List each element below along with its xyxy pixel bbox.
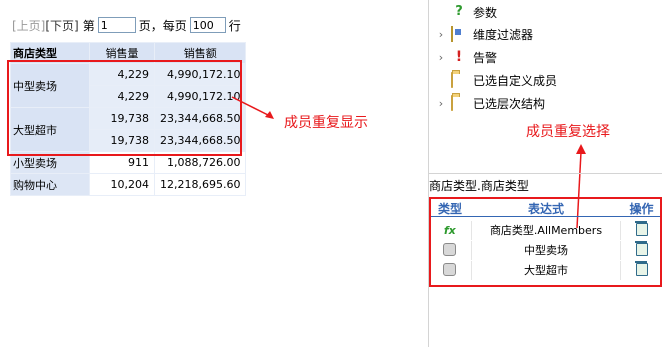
tree-item-alert[interactable]: › ! 告警 <box>429 47 497 67</box>
annotation-duplicate-display: 成员重复显示 <box>284 115 368 131</box>
side-panel: ? 参数 › 维度过滤器 › ! 告警 已选自定义成员 › 已选层次结构 成员重… <box>429 0 662 347</box>
row-header[interactable]: 购物中心 <box>10 173 90 196</box>
tree-item-label: 已选层次结构 <box>473 96 546 111</box>
duplicate-rows-highlight <box>7 60 242 156</box>
tree-item-label: 告警 <box>473 50 498 65</box>
cell-sales-amount: 12,218,695.60 <box>153 173 247 196</box>
chevron-right-icon[interactable]: › <box>435 97 447 110</box>
chevron-right-icon[interactable]: › <box>435 28 447 41</box>
tree-item-custom-members[interactable]: 已选自定义成员 <box>429 70 557 90</box>
prev-page-link[interactable]: [上页] <box>12 17 45 34</box>
question-icon: ? <box>455 4 463 19</box>
chevron-right-icon[interactable]: › <box>435 51 447 64</box>
report-area: [上页] [下页] 第 页，每页 行 商店类型 销售量 销售额 中型卖场 4,2… <box>0 0 428 347</box>
tree-item-label: 已选自定义成员 <box>473 73 558 88</box>
next-page-link[interactable]: [下页] <box>45 17 78 34</box>
folder-icon <box>451 95 453 111</box>
member-panel-title: 商店类型.商店类型 <box>429 179 529 193</box>
alert-icon: ! <box>455 49 463 65</box>
filter-icon <box>451 26 453 42</box>
pager: [上页] [下页] 第 页，每页 行 <box>12 16 241 34</box>
cell-sales-qty: 10,204 <box>89 173 155 196</box>
annotation-arrow-left <box>231 96 274 119</box>
tree-item-hierarchies[interactable]: › 已选层次结构 <box>429 93 545 113</box>
annotation-duplicate-select: 成员重复选择 <box>526 124 610 140</box>
page-number-input[interactable] <box>97 17 136 33</box>
table-row: 购物中心 10,204 12,218,695.60 <box>10 173 247 196</box>
rows-per-page-input[interactable] <box>189 17 226 33</box>
tree-item-dimension-filter[interactable]: › 维度过滤器 <box>429 24 533 44</box>
folder-icon <box>451 72 453 88</box>
page-suffix: 页，每页 <box>138 18 187 33</box>
page-prefix: 第 <box>82 18 95 33</box>
rows-per-page-suffix: 行 <box>228 18 241 33</box>
tree-item-label: 维度过滤器 <box>473 27 534 42</box>
tree-item-params[interactable]: ? 参数 <box>429 2 497 22</box>
tree-item-label: 参数 <box>473 5 498 20</box>
duplicate-members-highlight <box>429 197 662 287</box>
